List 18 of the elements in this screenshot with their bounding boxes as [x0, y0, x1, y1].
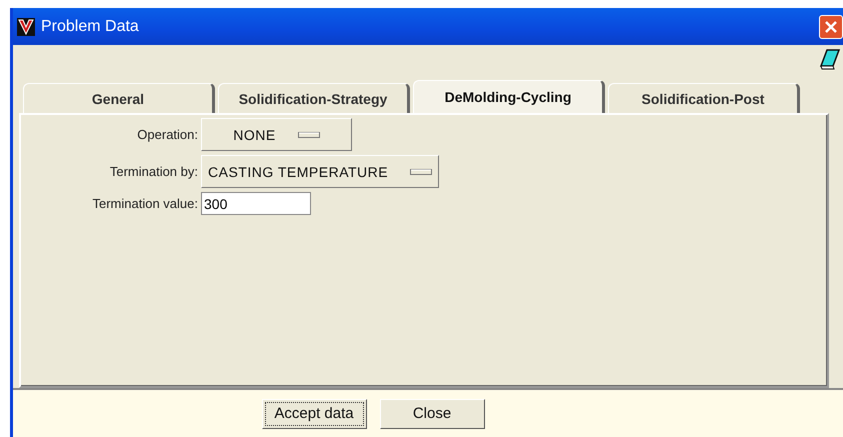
tab[interactable]: General	[23, 83, 215, 113]
indicator-icon	[298, 132, 320, 138]
accept-button[interactable]: Accept data	[262, 398, 366, 428]
close-button[interactable]: Close	[380, 398, 484, 428]
field-label: Termination by:	[108, 164, 198, 179]
tab[interactable]: Solidification-Strategy	[218, 83, 410, 113]
window-title: Problem Data	[41, 18, 139, 36]
dropdown-button[interactable]: NONE	[201, 118, 352, 151]
tab[interactable]: DeMolding-Cycling	[413, 80, 605, 113]
close-icon[interactable]	[819, 14, 843, 38]
field-label: Operation:	[136, 127, 198, 142]
eraser-icon[interactable]	[819, 48, 841, 70]
dropdown-button[interactable]: CASTING TEMPERATURE	[201, 155, 440, 188]
field-label: Termination value:	[92, 196, 198, 211]
app-icon	[17, 18, 35, 36]
value-field[interactable]: 300	[201, 192, 311, 215]
indicator-icon	[410, 168, 432, 174]
tab[interactable]: Solidification-Post	[608, 83, 800, 113]
